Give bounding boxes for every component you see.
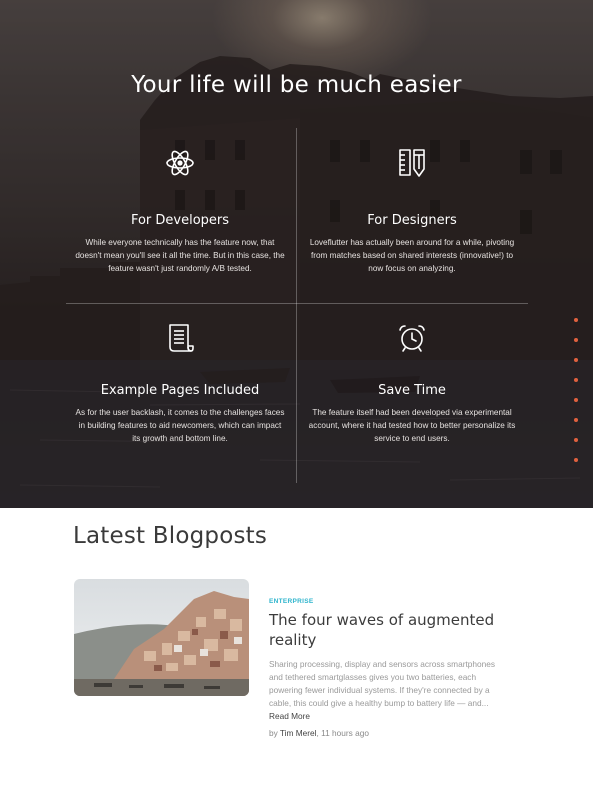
document-icon (169, 324, 194, 352)
hero-title: Your life will be much easier (131, 72, 462, 98)
ruler-pencil-icon (399, 149, 425, 177)
section-nav-dot[interactable] (574, 378, 578, 382)
read-more-link[interactable]: Read More (269, 711, 310, 721)
post-excerpt-text: Sharing processing, display and sensors … (269, 659, 495, 708)
feature-description: Loveflutter has actually been around for… (309, 238, 515, 273)
feature-divider-vertical (296, 128, 297, 483)
section-nav-dot[interactable] (574, 458, 578, 462)
section-nav-dot[interactable] (574, 418, 578, 422)
byline-prefix: by (269, 728, 278, 738)
section-dot-navigation (574, 318, 582, 478)
section-nav-dot[interactable] (574, 318, 578, 322)
post-byline: by Tim Merel, 11 hours ago (269, 728, 369, 738)
author-link[interactable]: Tim Merel (280, 728, 317, 738)
post-category-tag[interactable]: ENTERPRISE (269, 598, 314, 605)
atom-icon (166, 150, 194, 176)
feature-card-save-time: Save Time The feature itself had been de… (307, 323, 517, 445)
section-nav-dot[interactable] (574, 358, 578, 362)
feature-card-example-pages: Example Pages Included As for the user b… (75, 323, 285, 445)
feature-title: For Designers (367, 213, 457, 228)
feature-title: Save Time (378, 383, 446, 398)
post-time: , 11 hours ago (316, 728, 369, 738)
alarm-clock-icon (399, 325, 425, 352)
hero-section: Your life will be much easier For Develo… (0, 0, 593, 508)
feature-description: The feature itself had been developed vi… (308, 408, 516, 443)
feature-title: For Developers (130, 213, 230, 228)
feature-card-developers: For Developers While everyone technicall… (75, 148, 285, 275)
section-nav-dot[interactable] (574, 438, 578, 442)
feature-divider-horizontal (66, 303, 528, 304)
section-nav-dot[interactable] (574, 338, 578, 342)
post-title-link[interactable]: The four waves of augmented reality (269, 610, 519, 650)
coastal-village-photo (74, 579, 249, 696)
blogpost-thumbnail[interactable] (74, 579, 249, 696)
feature-title: Example Pages Included (100, 383, 260, 398)
section-nav-dot[interactable] (574, 398, 578, 402)
post-excerpt: Sharing processing, display and sensors … (269, 658, 509, 723)
feature-card-designers: For Designers Loveflutter has actually b… (307, 148, 517, 275)
blog-section-heading: Latest Blogposts (73, 523, 268, 549)
feature-description: As for the user backlash, it comes to th… (75, 408, 285, 443)
feature-description: While everyone technically has the featu… (75, 238, 285, 273)
